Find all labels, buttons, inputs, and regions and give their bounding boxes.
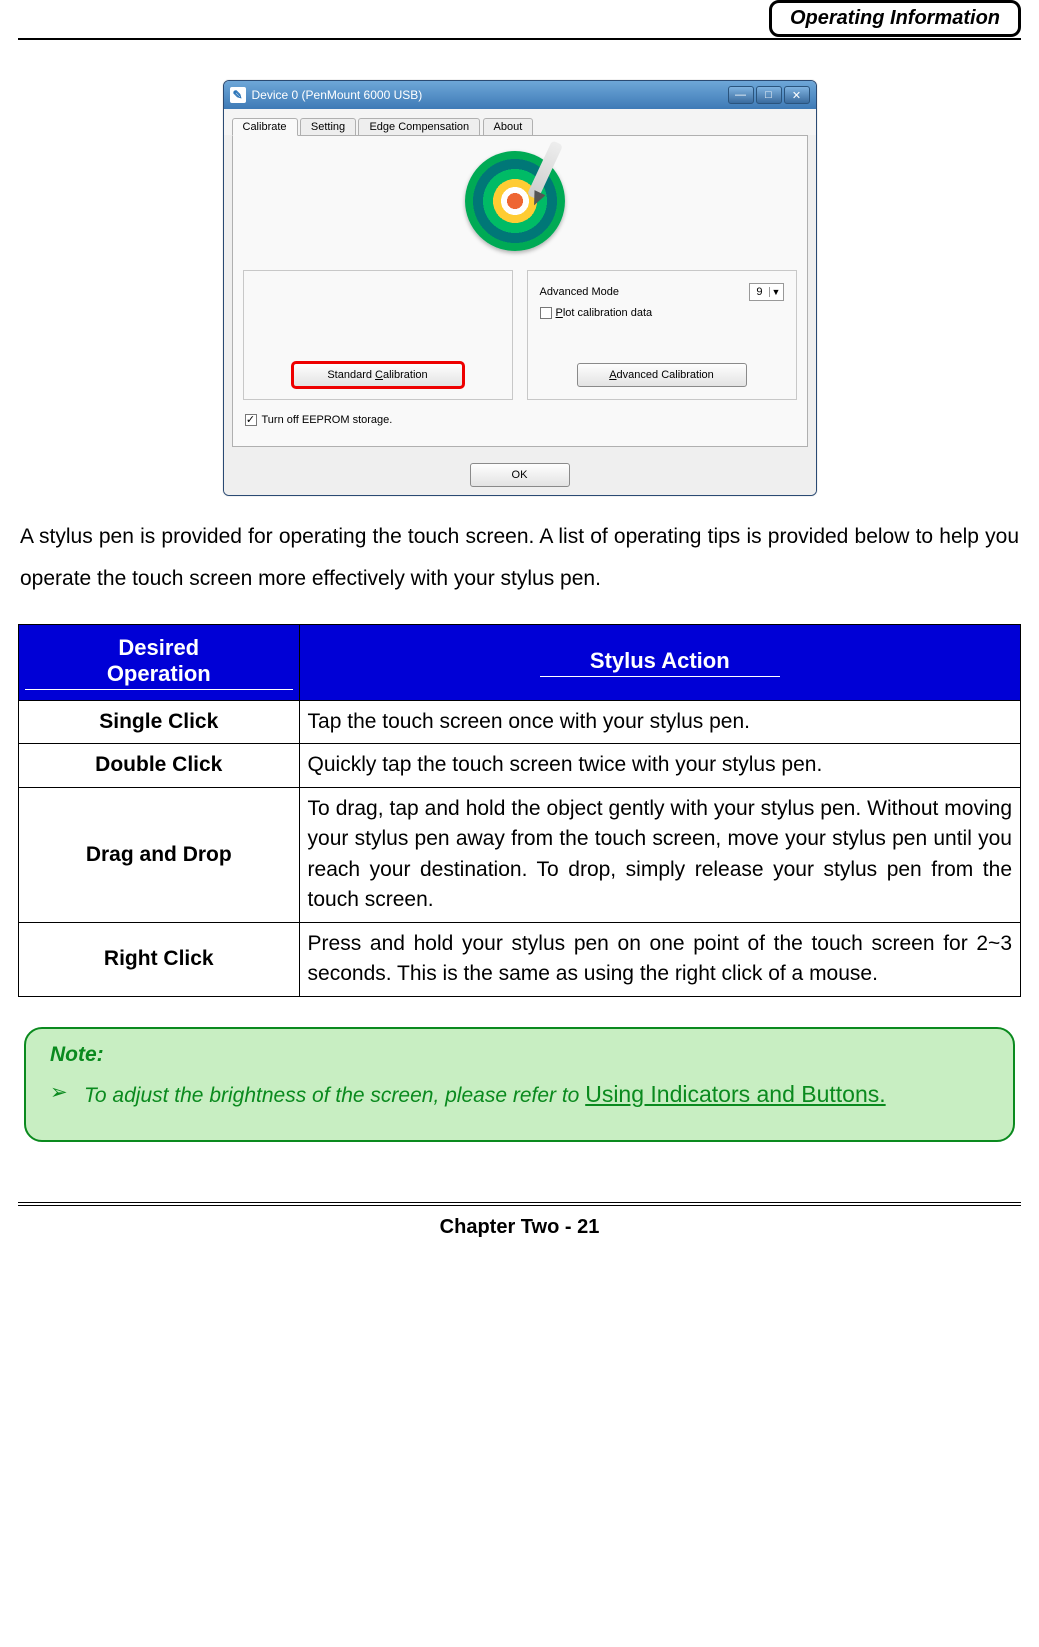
table-row: Double Click Quickly tap the touch scree… — [19, 744, 1021, 787]
chevron-down-icon: ▼ — [769, 287, 783, 297]
table-row: Drag and Drop To drag, tap and hold the … — [19, 787, 1021, 922]
tab-calibrate[interactable]: Calibrate — [232, 118, 298, 136]
ok-button[interactable]: OK — [470, 463, 570, 487]
op-cell: Double Click — [19, 744, 300, 787]
device-window: ✎ Device 0 (PenMount 6000 USB) — □ ✕ Cal… — [223, 80, 817, 496]
tab-edge-compensation[interactable]: Edge Compensation — [358, 118, 480, 136]
close-button[interactable]: ✕ — [784, 86, 810, 104]
action-cell: To drag, tap and hold the object gently … — [299, 787, 1020, 922]
eeprom-checkbox[interactable]: ✓ — [245, 414, 257, 426]
action-cell: Tap the touch screen once with your styl… — [299, 701, 1020, 744]
standard-group: Standard Calibration — [243, 270, 513, 400]
eeprom-label: Turn off EEPROM storage. — [262, 414, 393, 426]
bullet-icon: ➢ — [50, 1073, 84, 1117]
col-desired-operation: Desired Operation — [19, 625, 300, 701]
standard-calibration-button[interactable]: Standard Calibration — [293, 363, 463, 387]
note-link[interactable]: Using Indicators and Buttons. — [585, 1081, 885, 1107]
app-icon: ✎ — [230, 87, 246, 103]
plot-checkbox[interactable] — [540, 307, 552, 319]
minimize-button[interactable]: — — [728, 86, 754, 104]
action-cell: Quickly tap the touch screen twice with … — [299, 744, 1020, 787]
op-cell: Single Click — [19, 701, 300, 744]
note-title: Note: — [50, 1043, 989, 1067]
tab-setting[interactable]: Setting — [300, 118, 356, 136]
window-title: Device 0 (PenMount 6000 USB) — [252, 88, 726, 102]
header-title: Operating Information — [769, 0, 1021, 37]
titlebar: ✎ Device 0 (PenMount 6000 USB) — □ ✕ — [224, 81, 816, 109]
col-stylus-action: Stylus Action — [299, 625, 1020, 701]
operations-table: Desired Operation Stylus Action Single C… — [18, 624, 1021, 997]
advanced-mode-value: 9 — [750, 286, 768, 298]
table-row: Right Click Press and hold your stylus p… — [19, 922, 1021, 996]
button-label: Standard Calibration — [327, 369, 427, 381]
tab-about[interactable]: About — [483, 118, 534, 136]
table-row: Single Click Tap the touch screen once w… — [19, 701, 1021, 744]
advanced-group: Advanced Mode 9 ▼ Plot calibration data … — [527, 270, 797, 400]
page-footer: Chapter Two - 21 — [18, 1202, 1021, 1239]
maximize-button[interactable]: □ — [756, 86, 782, 104]
advanced-calibration-button[interactable]: Advanced Calibration — [577, 363, 747, 387]
op-cell: Drag and Drop — [19, 787, 300, 922]
intro-paragraph: A stylus pen is provided for operating t… — [20, 516, 1019, 600]
tabstrip: Calibrate Setting Edge Compensation Abou… — [224, 109, 816, 135]
plot-label: Plot calibration data — [556, 307, 653, 319]
op-cell: Right Click — [19, 922, 300, 996]
note-box: Note: ➢ To adjust the brightness of the … — [24, 1027, 1015, 1143]
button-label: Advanced Calibration — [609, 369, 714, 381]
tab-panel: Standard Calibration Advanced Mode 9 ▼ P… — [232, 135, 808, 447]
advanced-mode-select[interactable]: 9 ▼ — [749, 283, 783, 301]
calibration-target-icon — [465, 146, 575, 256]
action-cell: Press and hold your stylus pen on one po… — [299, 922, 1020, 996]
note-text: To adjust the brightness of the screen, … — [84, 1073, 886, 1117]
advanced-mode-label: Advanced Mode — [540, 286, 620, 298]
